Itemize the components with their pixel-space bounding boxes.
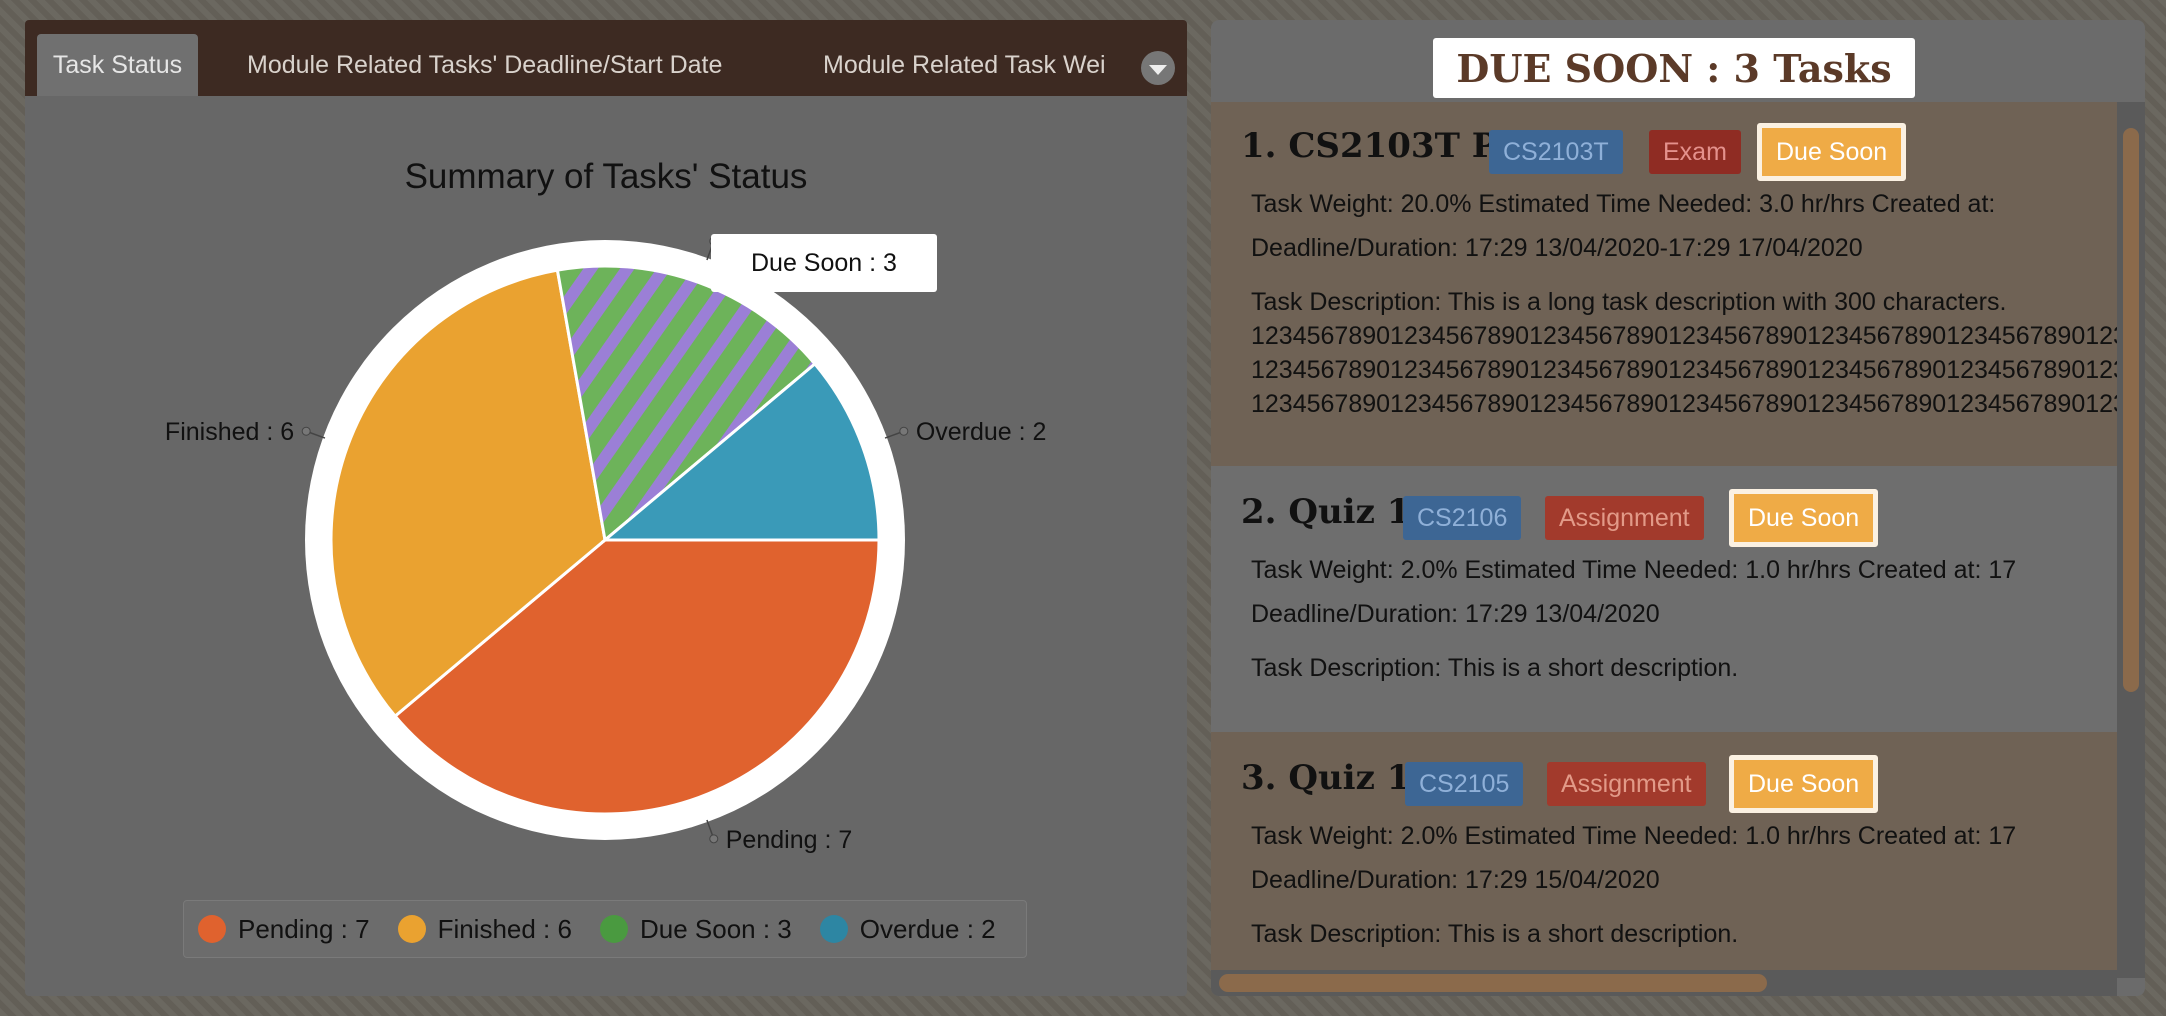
status-badge: Due Soon: [1729, 489, 1879, 547]
legend-label: Finished : 6: [437, 913, 572, 944]
task-description-line: 1234567890123456789012345678901234567890…: [1251, 322, 2117, 350]
legend-item-overdue[interactable]: Overdue : 2: [819, 913, 996, 945]
chart-tooltip: Due Soon : 3: [711, 234, 937, 292]
label-leader-dot: [301, 426, 311, 436]
task-description-line: Task Description: This is a short descri…: [1251, 654, 1739, 682]
legend-dot-due-soon: [599, 915, 628, 943]
task-description-line: Task Description: This is a short descri…: [1251, 920, 1739, 948]
task-weight-line: Task Weight: 20.0% Estimated Time Needed…: [1251, 190, 1996, 218]
status-badge: Due Soon: [1757, 123, 1907, 181]
slice-label-pending: Pending : 7: [726, 826, 853, 854]
due-soon-task-list[interactable]: 1. CS2103T PT CS2103T Exam Due Soon Task…: [1211, 102, 2117, 978]
chart-legend: Pending : 7 Finished : 6 Due Soon : 3 Ov…: [183, 900, 1027, 958]
task-description-line: 1234567890123456789012345678901234567890…: [1251, 356, 2117, 384]
task-card[interactable]: 1. CS2103T PT CS2103T Exam Due Soon Task…: [1211, 102, 2117, 466]
horizontal-scrollbar[interactable]: [1211, 970, 2117, 996]
statistics-panel: Task Status Module Related Tasks' Deadli…: [25, 20, 1187, 996]
task-title: 3. Quiz 1: [1241, 758, 1411, 798]
task-card[interactable]: 3. Quiz 1 CS2105 Assignment Due Soon Tas…: [1211, 732, 2117, 978]
due-soon-panel: DUE SOON : 3 Tasks 1. CS2103T PT CS2103T…: [1211, 20, 2145, 996]
vertical-scrollbar-thumb[interactable]: [2123, 128, 2139, 692]
legend-item-pending[interactable]: Pending : 7: [198, 914, 370, 945]
task-description-line: Task Description: This is a long task de…: [1251, 288, 2007, 316]
task-weight-line: Task Weight: 2.0% Estimated Time Needed:…: [1251, 556, 2017, 584]
legend-item-due-soon[interactable]: Due Soon : 3: [599, 913, 792, 945]
task-deadline-line: Deadline/Duration: 17:29 13/04/2020: [1251, 600, 1660, 628]
task-type-tag: Assignment: [1545, 496, 1704, 540]
pie-chart: Pending : 7 Finished : 6 Due Soon : 3 Overd…: [165, 236, 1047, 854]
module-tag: CS2105: [1405, 762, 1524, 806]
legend-label: Due Soon : 3: [639, 913, 792, 944]
horizontal-scrollbar-thumb[interactable]: [1219, 974, 1767, 992]
vertical-scrollbar[interactable]: [2117, 102, 2145, 978]
legend-label: Overdue : 2: [859, 913, 996, 944]
task-deadline-line: Deadline/Duration: 17:29 13/04/2020-17:2…: [1251, 234, 1863, 262]
task-description-line: 1234567890123456789012345678901234567890…: [1251, 390, 2117, 418]
slice-label-finished: Finished : 6: [165, 418, 294, 446]
legend-dot-overdue: [819, 915, 848, 943]
module-tag: CS2106: [1403, 496, 1522, 540]
task-deadline-line: Deadline/Duration: 17:29 15/04/2020: [1251, 866, 1660, 894]
legend-label: Pending : 7: [238, 913, 370, 944]
label-leader-dot: [709, 834, 719, 844]
task-weight-line: Task Weight: 2.0% Estimated Time Needed:…: [1251, 822, 2017, 850]
slice-label-overdue: Overdue : 2: [916, 418, 1047, 446]
module-tag: CS2103T: [1489, 130, 1623, 174]
task-title: 1. CS2103T PT: [1241, 126, 1523, 166]
status-badge: Due Soon: [1729, 755, 1879, 813]
label-leader-dot: [899, 426, 909, 436]
task-title: 2. Quiz 1: [1241, 492, 1411, 532]
due-soon-header: DUE SOON : 3 Tasks: [1433, 38, 1915, 98]
task-type-tag: Exam: [1649, 130, 1741, 174]
legend-dot-finished: [397, 915, 426, 943]
legend-item-finished[interactable]: Finished : 6: [397, 913, 572, 945]
task-type-tag: Assignment: [1547, 762, 1706, 806]
legend-dot-pending: [198, 915, 226, 943]
task-card[interactable]: 2. Quiz 1 CS2106 Assignment Due Soon Tas…: [1211, 466, 2117, 732]
